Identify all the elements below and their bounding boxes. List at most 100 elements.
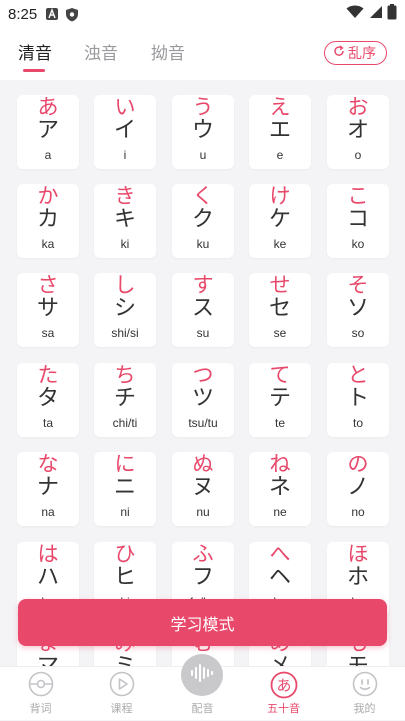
- dubbing-fab[interactable]: [181, 654, 223, 696]
- kana-card[interactable]: のノ no: [327, 452, 389, 526]
- romaji: so: [351, 326, 365, 340]
- romaji: chi/ti: [112, 416, 138, 430]
- katakana: カ: [36, 207, 59, 232]
- katakana: ノ: [346, 475, 369, 500]
- katakana: ク: [191, 207, 214, 232]
- kana-card[interactable]: しシ shi/si: [94, 273, 156, 347]
- kana-card[interactable]: つツ tsu/tu: [172, 363, 234, 437]
- katakana: ヒ: [113, 565, 136, 590]
- katakana: ヘ: [268, 565, 291, 590]
- kana-card[interactable]: てテ te: [249, 363, 311, 437]
- active-tab-indicator: [23, 69, 45, 72]
- kana-card[interactable]: とト to: [327, 363, 389, 437]
- romaji: sa: [41, 326, 55, 340]
- romaji: tsu/tu: [188, 416, 218, 430]
- smiley-icon: [352, 671, 378, 701]
- kana-card[interactable]: すス su: [172, 273, 234, 347]
- nav-label: 课程: [110, 702, 133, 715]
- nav-label: 配音: [191, 702, 214, 715]
- tab-youon[interactable]: 拗音: [151, 39, 185, 64]
- nav-item-courses[interactable]: 课程: [81, 667, 162, 721]
- kana-card[interactable]: こコ ko: [327, 184, 389, 258]
- kana-card[interactable]: ねネ ne: [249, 452, 311, 526]
- kana-card[interactable]: けケ ke: [249, 184, 311, 258]
- nav-item-me[interactable]: 我的: [324, 667, 405, 721]
- katakana: ハ: [36, 565, 59, 590]
- nav-item-vocab[interactable]: 背词: [0, 667, 81, 721]
- romaji: na: [41, 505, 55, 519]
- katakana: メ: [249, 653, 311, 666]
- kana-card[interactable]: なナ na: [17, 452, 79, 526]
- romaji: ni: [120, 505, 130, 519]
- kana-card[interactable]: さサ sa: [17, 273, 79, 347]
- kana-card[interactable]: いイi: [94, 95, 156, 169]
- katakana: ス: [191, 296, 214, 321]
- wifi-icon: [346, 5, 364, 23]
- katakana: マ: [17, 653, 79, 666]
- status-bar: 8:25: [0, 0, 405, 28]
- katakana: イ: [113, 118, 136, 143]
- kana-card[interactable]: たタ ta: [17, 363, 79, 437]
- kana-card[interactable]: にニ ni: [94, 452, 156, 526]
- romaji: nu: [196, 505, 210, 519]
- kana-card[interactable]: そソ so: [327, 273, 389, 347]
- kana-card[interactable]: ちチ chi/ti: [94, 363, 156, 437]
- romaji: ku: [196, 237, 210, 251]
- shield-icon: [65, 7, 79, 22]
- nav-label: 背词: [29, 702, 52, 715]
- romaji: to: [352, 416, 363, 430]
- katakana: ア: [36, 118, 59, 143]
- tab-dakuon[interactable]: 浊音: [84, 39, 118, 64]
- katakana: ケ: [268, 207, 291, 232]
- kana-card[interactable]: おオo: [327, 95, 389, 169]
- romaji: shi/si: [111, 326, 139, 340]
- katakana: オ: [346, 118, 369, 143]
- kana-card[interactable]: えエe: [249, 95, 311, 169]
- katakana: テ: [268, 386, 291, 411]
- katakana: エ: [268, 118, 291, 143]
- romaji: se: [273, 326, 287, 340]
- study-mode-button[interactable]: 学习模式: [18, 599, 387, 646]
- romaji: no: [351, 505, 365, 519]
- kana-a-icon: あ: [270, 671, 298, 703]
- kana-card[interactable]: かカ ka: [17, 184, 79, 258]
- target-icon: [28, 671, 54, 701]
- katakana: チ: [113, 386, 136, 411]
- kana-card[interactable]: ぬヌ nu: [172, 452, 234, 526]
- katakana: サ: [36, 296, 59, 321]
- notification-a-icon: [45, 7, 59, 21]
- kana-card[interactable]: うウu: [172, 95, 234, 169]
- nav-label: 五十音: [267, 702, 300, 715]
- katakana: セ: [268, 296, 291, 321]
- kana-tab-bar: 清音 浊音 拗音 乱序: [0, 28, 405, 80]
- kana-grid: あアa いイi うウu えエe おオo かカ ka きキ ki くク ku けケ ke …: [0, 80, 405, 666]
- katakana: ソ: [346, 296, 369, 321]
- katakana: コ: [346, 207, 369, 232]
- play-icon: [109, 671, 135, 701]
- katakana: モ: [327, 653, 389, 666]
- katakana: ウ: [191, 118, 214, 143]
- svg-text:あ: あ: [276, 677, 291, 695]
- romaji: ki: [120, 237, 130, 251]
- shuffle-icon: [333, 45, 345, 61]
- romaji: ne: [273, 505, 287, 519]
- kana-card[interactable]: あアa: [17, 95, 79, 169]
- katakana: ツ: [191, 386, 214, 411]
- romaji: ke: [273, 237, 287, 251]
- katakana: ナ: [36, 475, 59, 500]
- katakana: フ: [191, 565, 214, 590]
- kana-card[interactable]: くク ku: [172, 184, 234, 258]
- signal-icon: [368, 5, 383, 23]
- nav-item-kana[interactable]: あ 五十音: [243, 667, 324, 721]
- katakana: ミ: [94, 653, 156, 666]
- kana-card[interactable]: せセ se: [249, 273, 311, 347]
- kana-card[interactable]: きキ ki: [94, 184, 156, 258]
- romaji: i: [123, 148, 127, 162]
- tab-seion[interactable]: 清音: [18, 39, 52, 64]
- shuffle-label: 乱序: [348, 46, 376, 62]
- katakana: キ: [113, 207, 136, 232]
- katakana: ト: [346, 386, 369, 411]
- shuffle-button[interactable]: 乱序: [324, 41, 387, 65]
- katakana: ネ: [268, 475, 291, 500]
- status-time: 8:25: [8, 5, 38, 23]
